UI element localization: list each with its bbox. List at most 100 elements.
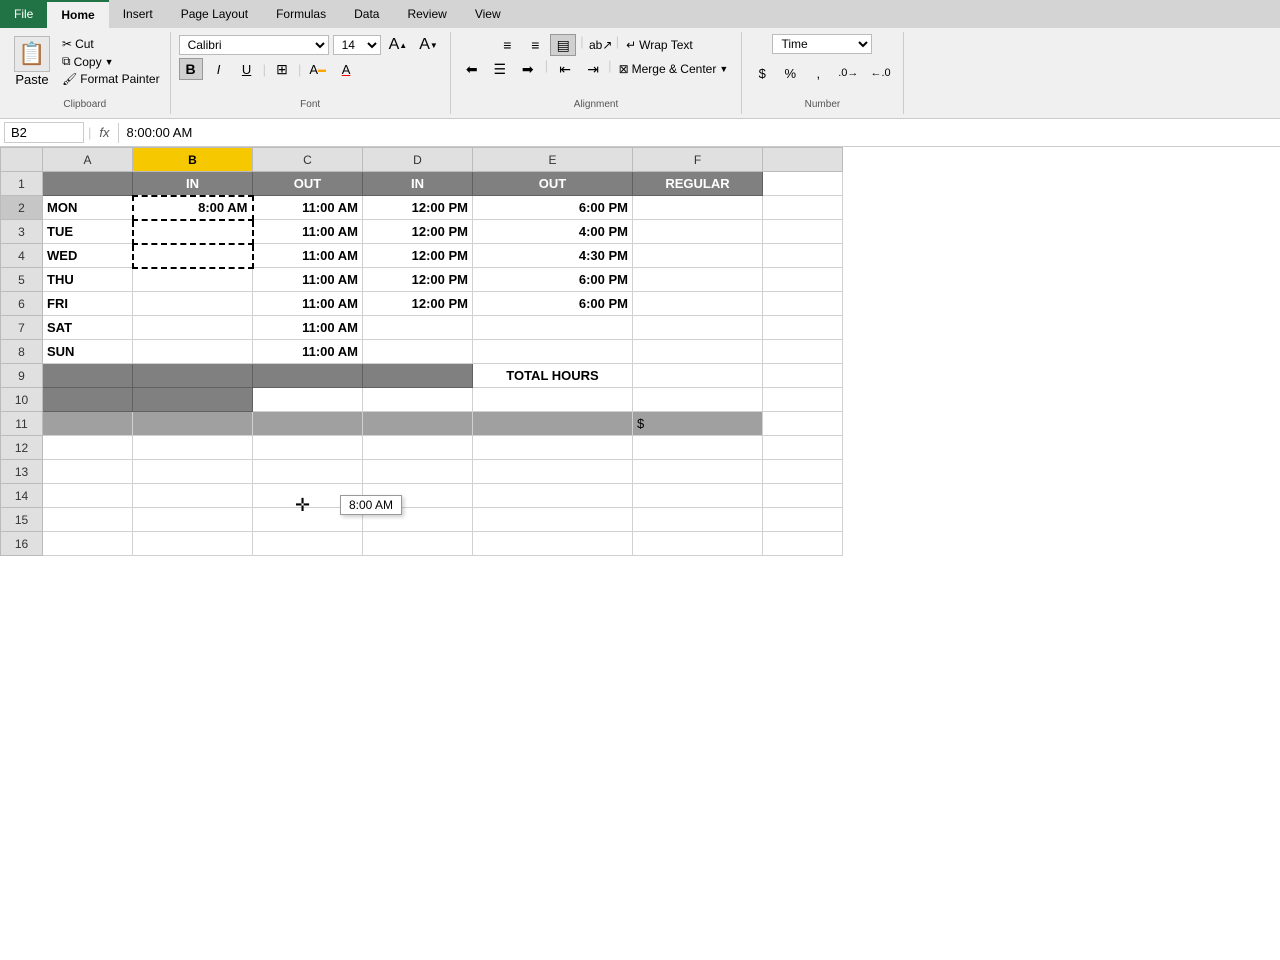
row-header-7[interactable]: 7: [1, 316, 43, 340]
cell-e11[interactable]: [473, 412, 633, 436]
cell-a2[interactable]: MON: [43, 196, 133, 220]
cell-a14[interactable]: [43, 484, 133, 508]
cell-b14[interactable]: [133, 484, 253, 508]
cell-a10[interactable]: [43, 388, 133, 412]
fill-color-button[interactable]: A▬: [305, 58, 330, 80]
cell-f7[interactable]: [633, 316, 763, 340]
cell-c1[interactable]: OUT: [253, 172, 363, 196]
cell-d2[interactable]: 12:00 PM: [363, 196, 473, 220]
cell-f13[interactable]: [633, 460, 763, 484]
row-header-2[interactable]: 2: [1, 196, 43, 220]
cell-d16[interactable]: [363, 532, 473, 556]
cell-e3[interactable]: 4:00 PM: [473, 220, 633, 244]
decrease-font-btn[interactable]: A▼: [415, 34, 442, 56]
cell-a16[interactable]: [43, 532, 133, 556]
align-top-left-btn[interactable]: ≡: [494, 34, 520, 56]
cell-c5[interactable]: 11:00 AM: [253, 268, 363, 292]
cell-g16[interactable]: [763, 532, 843, 556]
cell-c4[interactable]: 11:00 AM: [253, 244, 363, 268]
row-header-4[interactable]: 4: [1, 244, 43, 268]
cell-e1[interactable]: OUT: [473, 172, 633, 196]
cell-g14[interactable]: [763, 484, 843, 508]
cell-e15[interactable]: [473, 508, 633, 532]
cell-g4[interactable]: [763, 244, 843, 268]
col-header-d[interactable]: D: [363, 148, 473, 172]
cell-a9[interactable]: [43, 364, 133, 388]
tab-home[interactable]: Home: [47, 0, 108, 28]
cell-c16[interactable]: [253, 532, 363, 556]
cell-a15[interactable]: [43, 508, 133, 532]
currency-btn[interactable]: $: [750, 62, 774, 84]
cell-g13[interactable]: [763, 460, 843, 484]
cell-g11[interactable]: [763, 412, 843, 436]
number-format-select[interactable]: Time: [772, 34, 872, 54]
cell-c6[interactable]: 11:00 AM: [253, 292, 363, 316]
align-left-btn[interactable]: ⬅: [459, 58, 485, 80]
cell-b4[interactable]: [133, 244, 253, 268]
cell-e2[interactable]: 6:00 PM: [473, 196, 633, 220]
cell-d4[interactable]: 12:00 PM: [363, 244, 473, 268]
cell-b9[interactable]: [133, 364, 253, 388]
cell-c13[interactable]: [253, 460, 363, 484]
wrap-text-button[interactable]: ↵ Wrap Text: [621, 34, 698, 56]
cell-e9[interactable]: TOTAL HOURS: [473, 364, 633, 388]
tab-page-layout[interactable]: Page Layout: [167, 0, 262, 28]
cell-b7[interactable]: [133, 316, 253, 340]
cell-d8[interactable]: [363, 340, 473, 364]
cell-d9[interactable]: [363, 364, 473, 388]
cell-d13[interactable]: [363, 460, 473, 484]
border-button[interactable]: ⊞: [270, 58, 294, 80]
cell-a1[interactable]: [43, 172, 133, 196]
cell-e10[interactable]: [473, 388, 633, 412]
cell-e13[interactable]: [473, 460, 633, 484]
cell-b1[interactable]: IN: [133, 172, 253, 196]
cell-f6[interactable]: [633, 292, 763, 316]
cut-button[interactable]: ✂ Cut: [60, 36, 162, 52]
cell-g9[interactable]: [763, 364, 843, 388]
row-header-1[interactable]: 1: [1, 172, 43, 196]
cell-c2[interactable]: 11:00 AM: [253, 196, 363, 220]
cell-e8[interactable]: [473, 340, 633, 364]
cell-g5[interactable]: [763, 268, 843, 292]
cell-b15[interactable]: [133, 508, 253, 532]
cell-c9[interactable]: [253, 364, 363, 388]
row-header-10[interactable]: 10: [1, 388, 43, 412]
tab-review[interactable]: Review: [393, 0, 460, 28]
cell-g15[interactable]: [763, 508, 843, 532]
paste-button[interactable]: 📋 Paste: [8, 34, 56, 89]
cell-g2[interactable]: [763, 196, 843, 220]
cell-f1[interactable]: REGULAR: [633, 172, 763, 196]
cell-f3[interactable]: [633, 220, 763, 244]
row-header-11[interactable]: 11: [1, 412, 43, 436]
format-painter-button[interactable]: 🖌 Format Painter: [60, 71, 162, 87]
cell-d7[interactable]: [363, 316, 473, 340]
cell-d1[interactable]: IN: [363, 172, 473, 196]
decrease-indent-btn[interactable]: ⇤: [552, 58, 578, 80]
cell-e16[interactable]: [473, 532, 633, 556]
cell-f10[interactable]: [633, 388, 763, 412]
cell-b8[interactable]: [133, 340, 253, 364]
cell-e5[interactable]: 6:00 PM: [473, 268, 633, 292]
cell-e6[interactable]: 6:00 PM: [473, 292, 633, 316]
row-header-5[interactable]: 5: [1, 268, 43, 292]
col-header-b[interactable]: B: [133, 148, 253, 172]
cell-a5[interactable]: THU: [43, 268, 133, 292]
cell-e14[interactable]: [473, 484, 633, 508]
cell-d6[interactable]: 12:00 PM: [363, 292, 473, 316]
cell-d14[interactable]: [363, 484, 473, 508]
cell-e4[interactable]: 4:30 PM: [473, 244, 633, 268]
cell-c12[interactable]: [253, 436, 363, 460]
row-header-3[interactable]: 3: [1, 220, 43, 244]
tab-file[interactable]: File: [0, 0, 47, 28]
col-header-a[interactable]: A: [43, 148, 133, 172]
cell-b10[interactable]: [133, 388, 253, 412]
decrease-decimal-btn[interactable]: ←.0: [866, 62, 894, 84]
font-size-select[interactable]: 14: [333, 35, 381, 55]
col-header-g[interactable]: [763, 148, 843, 172]
underline-button[interactable]: U: [235, 58, 259, 80]
cell-d10[interactable]: [363, 388, 473, 412]
percent-btn[interactable]: %: [778, 62, 802, 84]
cell-a11[interactable]: [43, 412, 133, 436]
cell-a3[interactable]: TUE: [43, 220, 133, 244]
cell-d12[interactable]: [363, 436, 473, 460]
